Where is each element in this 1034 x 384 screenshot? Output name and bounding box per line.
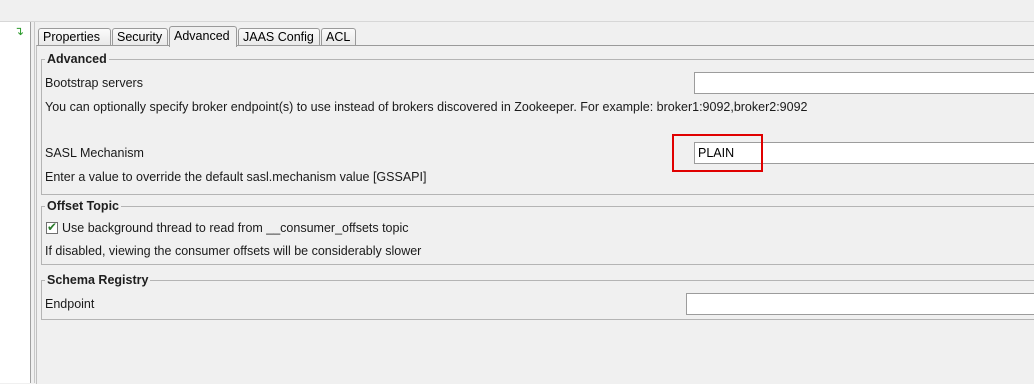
endpoint-label: Endpoint xyxy=(45,297,95,311)
endpoint-input[interactable] xyxy=(686,293,1034,315)
background-thread-label[interactable]: Use background thread to read from __con… xyxy=(62,221,409,235)
sasl-mechanism-help: Enter a value to override the default sa… xyxy=(45,170,427,184)
checkmark-icon: ✔ xyxy=(47,220,58,234)
tree-pane[interactable]: ↴ xyxy=(0,22,31,383)
tab-label: ACL xyxy=(326,30,351,44)
tab-advanced[interactable]: Advanced xyxy=(169,26,237,47)
highlight-box xyxy=(672,134,763,172)
group-title-schema-registry: Schema Registry xyxy=(45,272,151,288)
tab-acl[interactable]: ACL xyxy=(321,28,356,45)
offset-topic-help: If disabled, viewing the consumer offset… xyxy=(45,244,422,258)
bootstrap-servers-label: Bootstrap servers xyxy=(45,76,143,90)
pane-splitter[interactable] xyxy=(31,22,35,383)
bootstrap-servers-input[interactable] xyxy=(694,72,1034,94)
tab-label: Security xyxy=(117,30,163,44)
expand-arrow-icon[interactable]: ↴ xyxy=(14,24,28,38)
group-title-offset-topic: Offset Topic xyxy=(45,198,121,214)
tab-properties[interactable]: Properties xyxy=(38,28,111,45)
sasl-mechanism-label: SASL Mechanism xyxy=(45,146,144,160)
tab-label: Advanced xyxy=(174,29,230,43)
top-toolbar xyxy=(0,0,1034,22)
tab-security[interactable]: Security xyxy=(112,28,168,45)
tab-label: JAAS Config xyxy=(243,30,314,44)
tab-jaas-config[interactable]: JAAS Config xyxy=(238,28,320,45)
background-thread-checkbox[interactable]: ✔ xyxy=(46,220,58,234)
tab-label: Properties xyxy=(43,30,100,44)
bootstrap-servers-help: You can optionally specify broker endpoi… xyxy=(45,100,808,114)
group-title-advanced: Advanced xyxy=(45,51,109,67)
